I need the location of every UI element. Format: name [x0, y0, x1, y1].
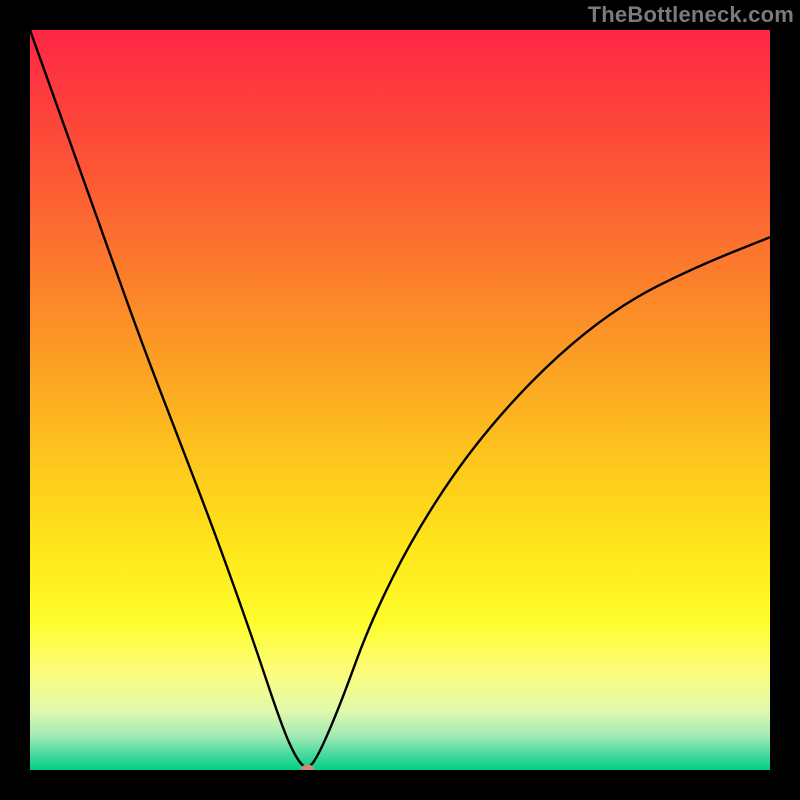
gradient-background [30, 30, 770, 770]
watermark-text: TheBottleneck.com [588, 2, 794, 28]
chart-frame: TheBottleneck.com [0, 0, 800, 800]
plot-area [30, 30, 770, 770]
bottleneck-chart [30, 30, 770, 770]
